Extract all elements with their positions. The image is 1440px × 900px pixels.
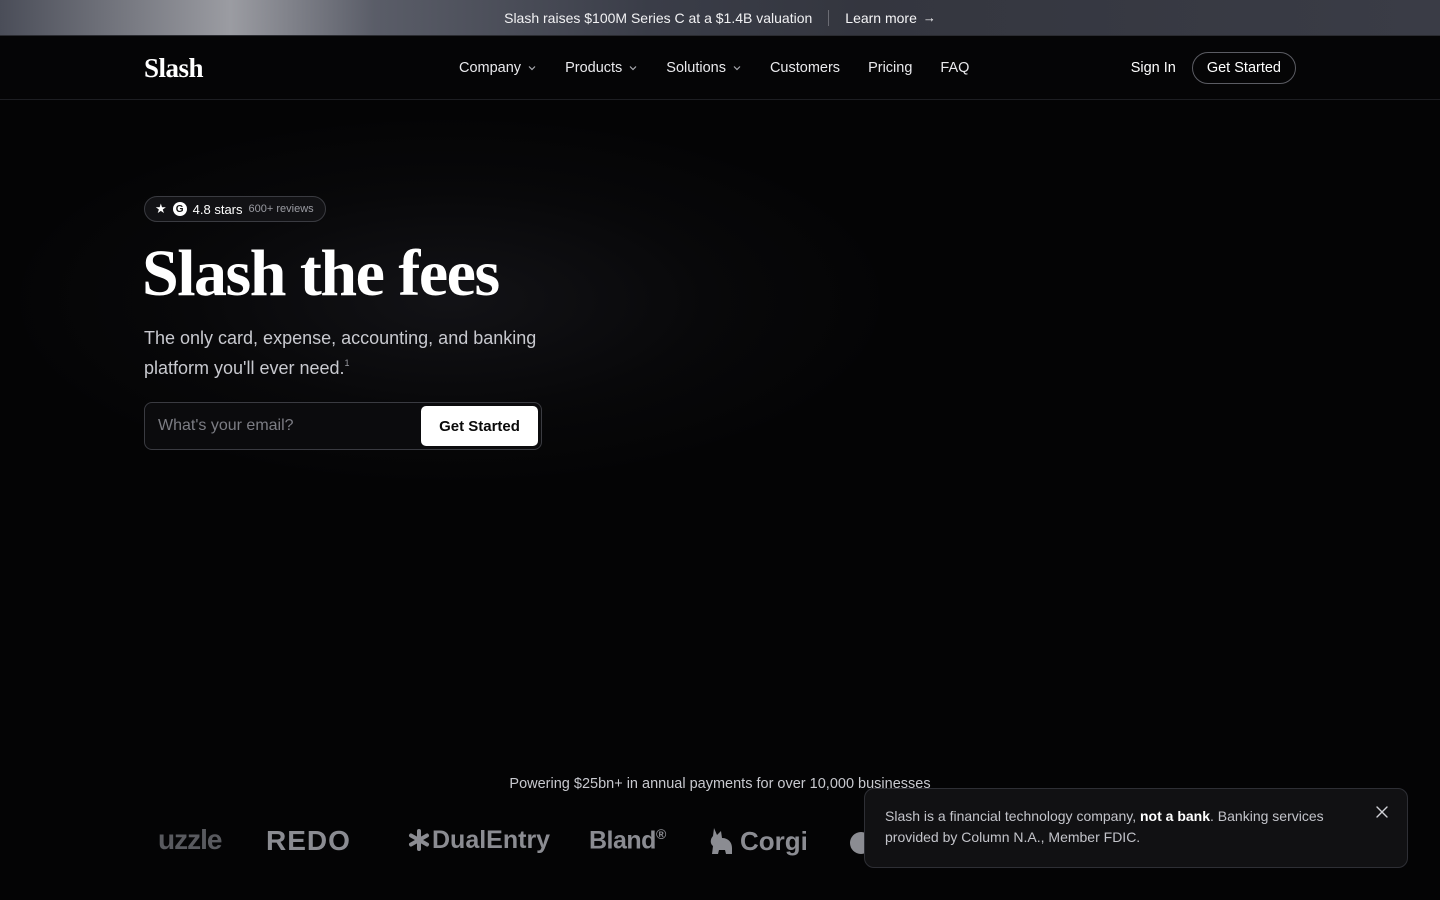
- star-icon: ★: [155, 201, 167, 216]
- announcement-bar: Slash raises $100M Series C at a $1.4B v…: [0, 0, 1440, 36]
- hero-title: Slash the fees: [142, 237, 500, 310]
- dualentry-wordmark: DualEntry: [432, 826, 551, 854]
- chevron-down-icon: [528, 66, 536, 71]
- slash-logo[interactable]: Slash: [144, 53, 204, 84]
- fdic-notice: Slash is a financial technology company,…: [864, 788, 1408, 868]
- nav-actions: Sign In Get Started: [1131, 52, 1296, 84]
- nav-item-label: Products: [565, 60, 623, 76]
- navbar: Slash Company Products Solutions Custome…: [0, 36, 1440, 100]
- asterisk-icon: [409, 829, 429, 851]
- notice-text-before: Slash is a financial technology company,: [885, 808, 1140, 824]
- bland-wordmark: Bland: [589, 826, 656, 855]
- nav-links: Company Products Solutions Customers Pri…: [459, 36, 969, 100]
- sign-in-link[interactable]: Sign In: [1131, 60, 1176, 76]
- dualentry-logo: DualEntry: [408, 826, 550, 855]
- nav-item-customers[interactable]: Customers: [770, 60, 840, 76]
- bland-logo: Bland®: [589, 826, 666, 855]
- page: Slash raises $100M Series C at a $1.4B v…: [0, 0, 1440, 900]
- arrow-right-icon: →: [922, 10, 936, 25]
- google-icon: G: [172, 202, 187, 216]
- rating-stars: 4.8 stars: [192, 201, 243, 217]
- nav-item-label: FAQ: [940, 60, 970, 76]
- nav-item-company[interactable]: Company: [459, 60, 537, 76]
- puzzle-logo: uzzle: [158, 824, 222, 855]
- corgi-wordmark: Corgi: [740, 826, 808, 856]
- hero-subtitle: The only card, expense, accounting, and …: [144, 326, 544, 381]
- nav-item-pricing[interactable]: Pricing: [868, 60, 912, 76]
- announcement-divider: [828, 9, 830, 26]
- announcement-message: Slash raises $100M Series C at a $1.4B v…: [504, 9, 813, 26]
- nav-item-label: Solutions: [666, 60, 726, 76]
- rating-reviews: 600+ reviews: [248, 203, 314, 215]
- nav-item-label: Pricing: [868, 60, 913, 76]
- nav-item-faq[interactable]: FAQ: [940, 60, 969, 76]
- footnote-marker: 1: [344, 358, 350, 368]
- corgi-dog-icon: [710, 828, 732, 854]
- registered-mark: ®: [655, 826, 666, 842]
- learn-more-link[interactable]: Learn more →: [845, 10, 936, 26]
- redo-logo: REDO: [266, 825, 351, 856]
- rating-badge: ★ G 4.8 stars 600+ reviews: [144, 196, 326, 222]
- corgi-logo: Corgi: [708, 826, 808, 857]
- learn-more-label: Learn more: [845, 9, 917, 26]
- close-icon[interactable]: [1375, 805, 1389, 819]
- chevron-down-icon: [629, 66, 637, 71]
- nav-item-label: Customers: [769, 60, 841, 76]
- get-started-button[interactable]: Get Started: [421, 406, 538, 446]
- nav-item-solutions[interactable]: Solutions: [666, 60, 742, 76]
- notice-text-bold: not a bank: [1140, 808, 1211, 824]
- hero-subtitle-text: The only card, expense, accounting, and …: [144, 328, 537, 378]
- email-input[interactable]: [158, 406, 421, 446]
- nav-item-label: Company: [459, 60, 522, 76]
- get-started-nav-button[interactable]: Get Started: [1191, 52, 1296, 84]
- chevron-down-icon: [733, 66, 741, 71]
- email-signup-form: Get Started: [144, 402, 542, 450]
- nav-item-products[interactable]: Products: [565, 60, 638, 76]
